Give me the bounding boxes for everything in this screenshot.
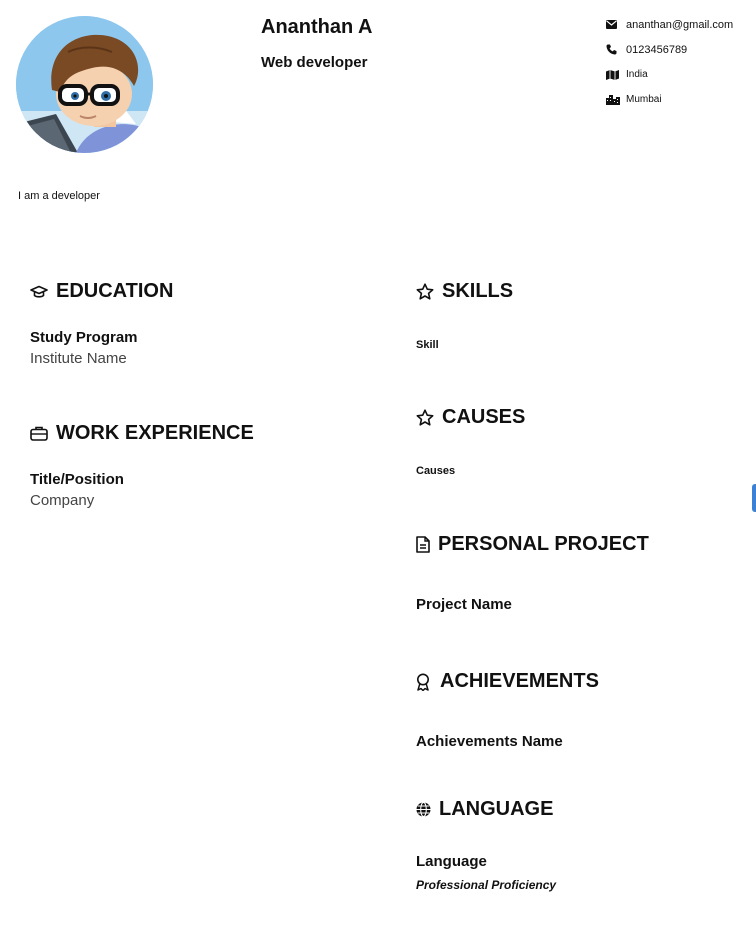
graduation-cap-icon	[30, 282, 50, 302]
language-proficiency: Professional Proficiency	[416, 878, 557, 892]
education-heading: EDUCATION	[30, 280, 173, 303]
contact-phone[interactable]: 0123456789	[606, 37, 733, 62]
profile-about: I am a developer	[18, 190, 100, 202]
contact-info: ananthan@gmail.com 0123456789 India Mumb…	[606, 12, 733, 112]
globe-icon	[416, 800, 432, 820]
skills-heading: SKILLS	[416, 280, 513, 303]
document-icon	[416, 535, 432, 555]
map-icon	[606, 69, 621, 81]
profile-name: Ananthan A	[261, 16, 373, 38]
award-icon	[416, 672, 432, 692]
country-text: India	[626, 69, 648, 80]
phone-icon	[606, 44, 621, 56]
achievements-heading: ACHIEVEMENTS	[416, 670, 599, 693]
city-icon	[606, 94, 621, 106]
city-text: Mumbai	[626, 94, 662, 105]
profile-title: Web developer	[261, 54, 368, 71]
project-section: PERSONAL PROJECT Project Name	[416, 533, 649, 613]
causes-section: CAUSES Causes	[416, 406, 525, 477]
contact-email[interactable]: ananthan@gmail.com	[606, 12, 733, 37]
avatar-illustration	[16, 16, 153, 153]
work-heading: WORK EXPERIENCE	[30, 422, 254, 445]
education-section: EDUCATION Study Program Institute Name	[30, 280, 173, 367]
contact-city: Mumbai	[606, 87, 733, 112]
causes-heading: CAUSES	[416, 406, 525, 429]
email-text: ananthan@gmail.com	[626, 18, 734, 31]
language-heading: LANGUAGE	[416, 798, 556, 821]
skills-section: SKILLS Skill	[416, 280, 513, 351]
scroll-handle[interactable]	[752, 484, 756, 512]
achievements-section: ACHIEVEMENTS Achievements Name	[416, 670, 599, 750]
contact-country: India	[606, 62, 733, 87]
project-heading: PERSONAL PROJECT	[416, 533, 649, 556]
envelope-icon	[606, 19, 621, 31]
cause-item: Causes	[416, 465, 456, 477]
institute-name: Institute Name	[30, 350, 127, 367]
project-name: Project Name	[416, 596, 512, 613]
briefcase-icon	[30, 424, 50, 444]
skill-item: Skill	[416, 339, 439, 351]
phone-text: 0123456789	[626, 43, 688, 56]
language-name: Language	[416, 853, 487, 870]
company-name: Company	[30, 492, 95, 509]
job-title: Title/Position	[30, 471, 124, 488]
study-program: Study Program	[30, 329, 138, 346]
work-section: WORK EXPERIENCE Title/Position Company	[30, 422, 254, 509]
star-icon	[416, 408, 436, 428]
avatar	[16, 16, 153, 153]
language-section: LANGUAGE Language Professional Proficien…	[416, 798, 556, 892]
achievement-name: Achievements Name	[416, 733, 563, 750]
star-icon	[416, 282, 436, 302]
